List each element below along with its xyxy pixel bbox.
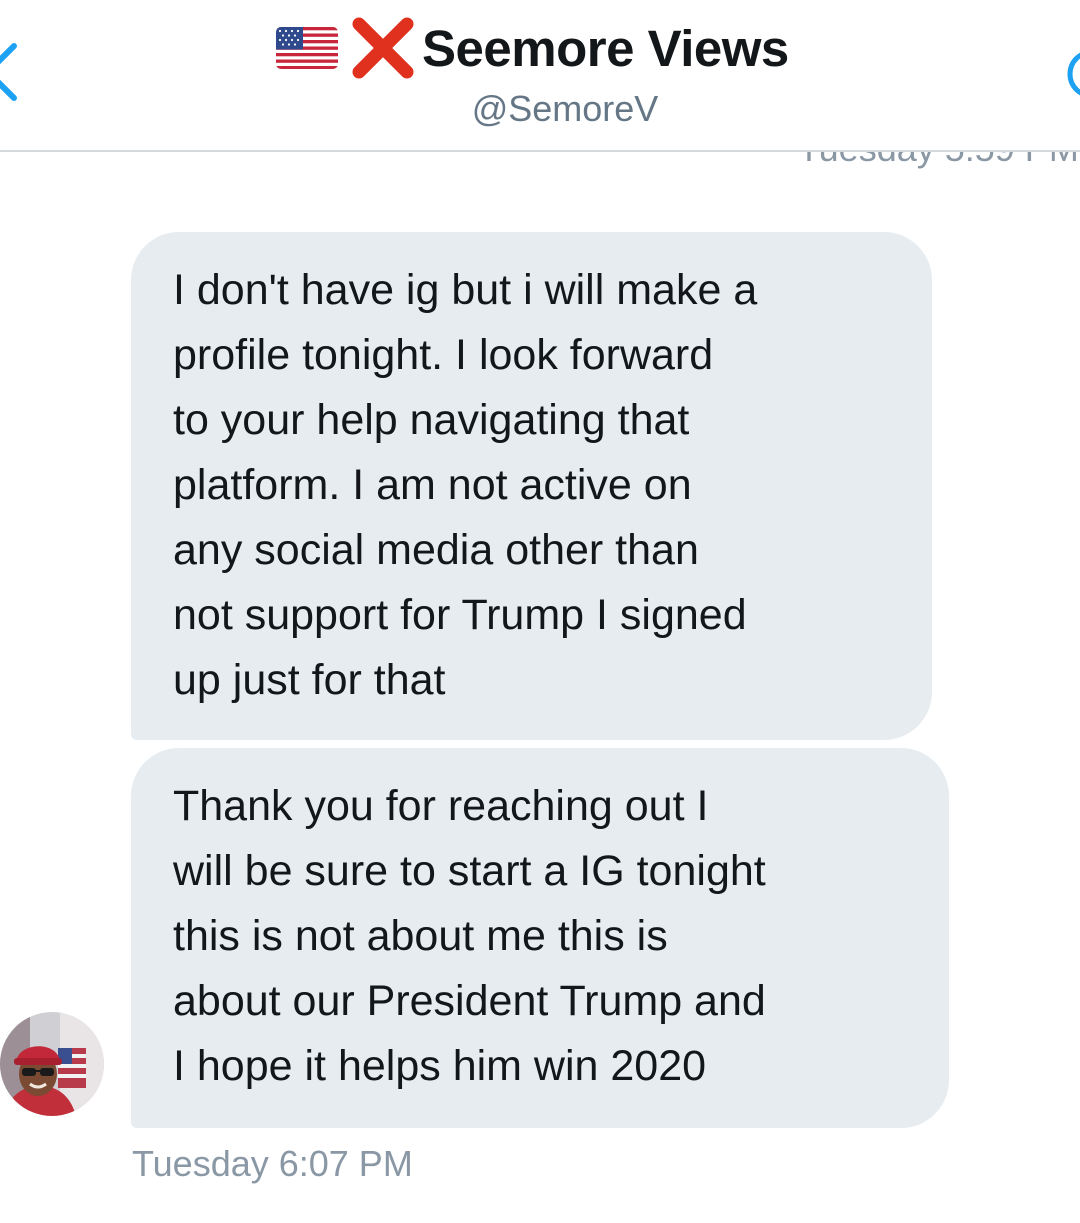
message-line: profile tonight. I look forward — [173, 331, 714, 379]
message-timestamp: Tuesday 6:07 PM — [132, 1143, 413, 1184]
message-line: about our President Trump and — [173, 977, 766, 1025]
message-line: platform. I am not active on — [173, 461, 692, 509]
us-flag-icon — [276, 27, 338, 69]
conversation-header: Seemore Views @SemoreV — [0, 0, 1080, 152]
message-line: to your help navigating that — [173, 396, 690, 444]
message-bubble[interactable]: I don't have ig but i will make a profil… — [131, 232, 932, 740]
header-title: Seemore Views — [276, 12, 789, 84]
avatar-photo — [0, 1012, 104, 1116]
info-icon — [1067, 52, 1080, 96]
user-handle[interactable]: @SemoreV — [0, 88, 1080, 130]
message-bubble[interactable]: Thank you for reaching out I will be sur… — [131, 748, 949, 1128]
message-line: I hope it helps him win 2020 — [173, 1042, 707, 1090]
message-line: will be sure to start a IG tonight — [173, 847, 766, 895]
dm-conversation-screen: Seemore Views @SemoreV Tuesday 5:59 PM I… — [0, 0, 1080, 1223]
display-name[interactable]: Seemore Views — [422, 19, 789, 78]
message-line: I don't have ig but i will make a — [173, 266, 758, 314]
message-line: any social media other than — [173, 526, 699, 574]
message-line: not support for Trump I signed — [173, 591, 747, 639]
message-line: up just for that — [173, 656, 446, 704]
sender-avatar[interactable] — [0, 1012, 104, 1116]
red-x-icon — [352, 17, 414, 79]
message-line: Thank you for reaching out I — [173, 782, 709, 830]
info-button[interactable] — [1064, 46, 1080, 102]
message-line: this is not about me this is — [173, 912, 668, 960]
